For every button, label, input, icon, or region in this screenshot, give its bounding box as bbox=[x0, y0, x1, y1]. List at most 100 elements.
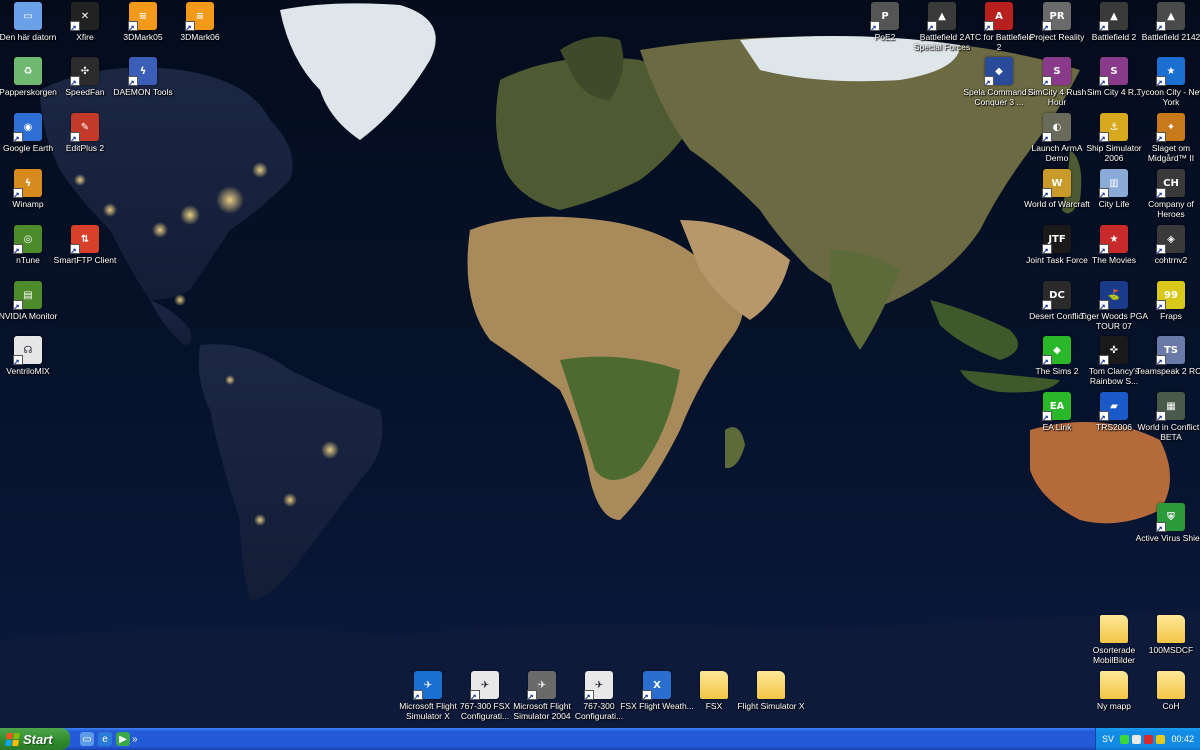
desktop-icon-label: Ny mapp bbox=[1096, 701, 1131, 711]
desktop-icon-editplus-2[interactable]: ✎ EditPlus 2 bbox=[48, 113, 122, 154]
cnc-icon: ◆ bbox=[984, 57, 1013, 88]
icon-glyph: ϟ bbox=[24, 177, 32, 189]
icon-glyph: ✈ bbox=[537, 679, 547, 691]
folder-icon bbox=[1100, 615, 1128, 643]
desktop-icon-world-in-conflict-beta[interactable]: ▦ World in Conflict - BETA bbox=[1134, 392, 1200, 442]
icon-glyph: ✜ bbox=[1109, 344, 1119, 356]
icon-glyph: ▲ bbox=[1167, 10, 1175, 22]
sims-icon: ◆ bbox=[1042, 336, 1071, 367]
wic-icon: ▦ bbox=[1156, 392, 1185, 423]
arma-icon: ◐ bbox=[1042, 113, 1071, 144]
icon-glyph: ✦ bbox=[1166, 121, 1176, 133]
computer-icon: ▭ bbox=[14, 2, 42, 30]
language-indicator[interactable]: SV bbox=[1102, 734, 1114, 744]
media-player-icon[interactable]: ▶ bbox=[116, 732, 130, 746]
system-tray: SV 00:42 bbox=[1095, 728, 1200, 750]
icon-glyph: ▥ bbox=[1109, 177, 1119, 189]
desktop-icon-label: Tycoon City - New York bbox=[1136, 87, 1200, 107]
antivirus-tray-icon[interactable] bbox=[1156, 734, 1166, 744]
desktop-icon-label: Company of Heroes bbox=[1148, 199, 1194, 219]
icon-glyph: ▦ bbox=[1166, 400, 1176, 412]
smartftp-icon: ⇅ bbox=[70, 225, 99, 256]
desktop-icon-ventrilomix[interactable]: ☊ VentriloMIX bbox=[0, 336, 65, 377]
desktop-icon[interactable]: ▭ bbox=[80, 732, 94, 746]
desktop-icon-daemon-tools[interactable]: ϟ DAEMON Tools bbox=[106, 57, 180, 98]
icon-glyph: EA bbox=[1049, 400, 1065, 412]
icon-glyph: ◈ bbox=[1167, 233, 1175, 245]
icon-glyph: ✈ bbox=[423, 679, 433, 691]
plane-icon: ✈ bbox=[584, 671, 613, 702]
plane-icon: ✈ bbox=[527, 671, 556, 702]
ship-icon: ⚓ bbox=[1099, 113, 1128, 144]
start-button[interactable]: Start bbox=[0, 728, 70, 750]
desktop-icon-label: TRS2006 bbox=[1096, 422, 1132, 432]
desktop-icon-active-virus-shield[interactable]: ⛨ Active Virus Shield bbox=[1134, 503, 1200, 544]
3dmark-icon: ≡ bbox=[128, 2, 157, 33]
daemon-icon: ϟ bbox=[128, 57, 157, 88]
desktop-icon-nvidia-monitor[interactable]: ▤ NVIDIA Monitor bbox=[0, 281, 65, 322]
volume-tray-icon[interactable] bbox=[1132, 734, 1142, 744]
desktop-icon-label: Battlefield 2142 bbox=[1141, 32, 1200, 42]
desktop-icon-winamp[interactable]: ϟ Winamp bbox=[0, 169, 65, 210]
desktop-icon-smartftp-client[interactable]: ⇅ SmartFTP Client bbox=[48, 225, 122, 266]
desktop-icon-coh-folder[interactable]: CoH bbox=[1134, 671, 1200, 712]
desktop-icon-3dmark06[interactable]: ≡ 3DMark06 bbox=[163, 2, 237, 43]
weather-icon: X bbox=[642, 671, 671, 702]
poe2-icon: P bbox=[870, 2, 899, 33]
security-tray-icon[interactable] bbox=[1144, 734, 1154, 744]
desktop[interactable]: ▭Den här datorn✕Xfire≡3DMark05≡3DMark06♻… bbox=[0, 0, 1200, 750]
windows-logo-icon bbox=[5, 732, 20, 746]
ea-link-icon: EA bbox=[1042, 392, 1071, 423]
globe-icon: ◉ bbox=[13, 113, 42, 144]
desktop-icon-cohtrnv2[interactable]: ◈ cohtrnv2 bbox=[1134, 225, 1200, 266]
3dmark-icon: ≡ bbox=[185, 2, 214, 33]
desktop-icon-label: EditPlus 2 bbox=[65, 143, 105, 153]
icon-glyph: ▭ bbox=[23, 10, 33, 22]
desktop-icon-teamspeak-2-rc2[interactable]: TS Teamspeak 2 RC2 bbox=[1134, 336, 1200, 377]
desktop-icon-fraps[interactable]: 99 Fraps bbox=[1134, 281, 1200, 322]
desktop-icon-company-of-heroes[interactable]: CH Company of Heroes bbox=[1134, 169, 1200, 219]
icon-glyph: ☊ bbox=[23, 344, 33, 356]
desktop-icon-100msdcf[interactable]: 100MSDCF bbox=[1134, 615, 1200, 656]
desktop-icon-label: EA Link bbox=[1042, 422, 1072, 432]
ie-icon[interactable]: e bbox=[98, 732, 112, 746]
icon-glyph: ≡ bbox=[138, 10, 148, 22]
monitor-icon: ▤ bbox=[13, 281, 42, 312]
dc-icon: DC bbox=[1042, 281, 1071, 312]
icon-glyph: ◎ bbox=[23, 233, 33, 245]
icon-glyph: ◆ bbox=[995, 65, 1003, 77]
desktop-icon-slaget-om-midgard[interactable]: ✦ Slaget om Midgård™ II bbox=[1134, 113, 1200, 163]
icon-glyph: ▲ bbox=[938, 10, 946, 22]
desktop-icon-tycoon-city-new-york[interactable]: ★ Tycoon City - New York bbox=[1134, 57, 1200, 107]
icon-glyph: P bbox=[881, 10, 889, 22]
atc-icon: A bbox=[984, 2, 1013, 33]
battlefield-icon: ▲ bbox=[1156, 2, 1185, 33]
plane-icon: ✈ bbox=[413, 671, 442, 702]
icon-glyph: ★ bbox=[1109, 233, 1119, 245]
icon-glyph: ✎ bbox=[80, 121, 90, 133]
icon-glyph: ϟ bbox=[139, 65, 147, 77]
desktop-icon-battlefield-2142[interactable]: ▲ Battlefield 2142 bbox=[1134, 2, 1200, 43]
quick-launch-chevron[interactable]: » bbox=[132, 734, 138, 745]
desktop-icon-label: Google Earth bbox=[2, 143, 54, 153]
desktop-icon-label: 3DMark06 bbox=[180, 32, 220, 42]
folder-icon bbox=[700, 671, 728, 699]
icon-glyph: S bbox=[1110, 65, 1118, 77]
desktop-icon-flight-simulator-x-folder[interactable]: Flight Simulator X bbox=[734, 671, 808, 712]
headset-icon: ☊ bbox=[13, 336, 42, 367]
desktop-icon-label: SmartFTP Client bbox=[53, 255, 117, 265]
icon-glyph: ⛨ bbox=[1167, 511, 1175, 523]
desktop-icon-label: FSX bbox=[705, 701, 723, 711]
icon-glyph: S bbox=[1053, 65, 1061, 77]
rainbow-six-icon: ✜ bbox=[1099, 336, 1128, 367]
editplus-icon: ✎ bbox=[70, 113, 99, 144]
folder-icon bbox=[1157, 615, 1185, 643]
taskbar: Start ▭ e ▶ » SV 00:42 bbox=[0, 728, 1200, 750]
cohtrn-icon: ◈ bbox=[1156, 225, 1185, 256]
citylife-icon: ▥ bbox=[1099, 169, 1128, 200]
network-tray-icon[interactable] bbox=[1120, 734, 1130, 744]
clock[interactable]: 00:42 bbox=[1171, 734, 1194, 744]
shield-icon: ⛨ bbox=[1156, 503, 1185, 534]
icon-glyph: ✈ bbox=[594, 679, 604, 691]
trains-icon: ▰ bbox=[1099, 392, 1128, 423]
